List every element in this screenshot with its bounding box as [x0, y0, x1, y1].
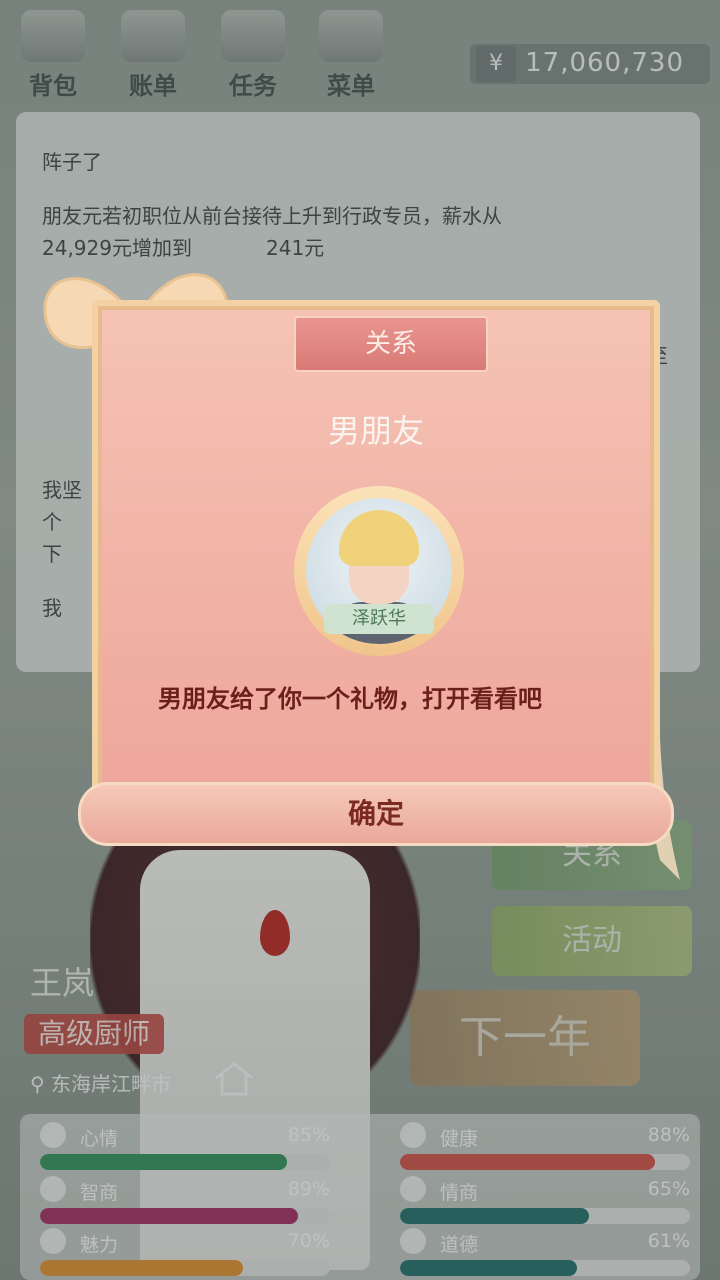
avatar-name-label: 泽跃华 [324, 604, 434, 634]
relationship-dialog: 关系 男朋友 泽跃华 男朋友给了你一个礼物，打开看看吧 [92, 300, 660, 802]
relation-title: 男朋友 [327, 412, 424, 450]
confirm-button[interactable]: 确定 [78, 782, 674, 846]
dialog-message: 男朋友给了你一个礼物，打开看看吧 [158, 685, 542, 713]
avatar: 泽跃华 [294, 486, 464, 656]
dialog-tab: 关系 [294, 316, 488, 372]
